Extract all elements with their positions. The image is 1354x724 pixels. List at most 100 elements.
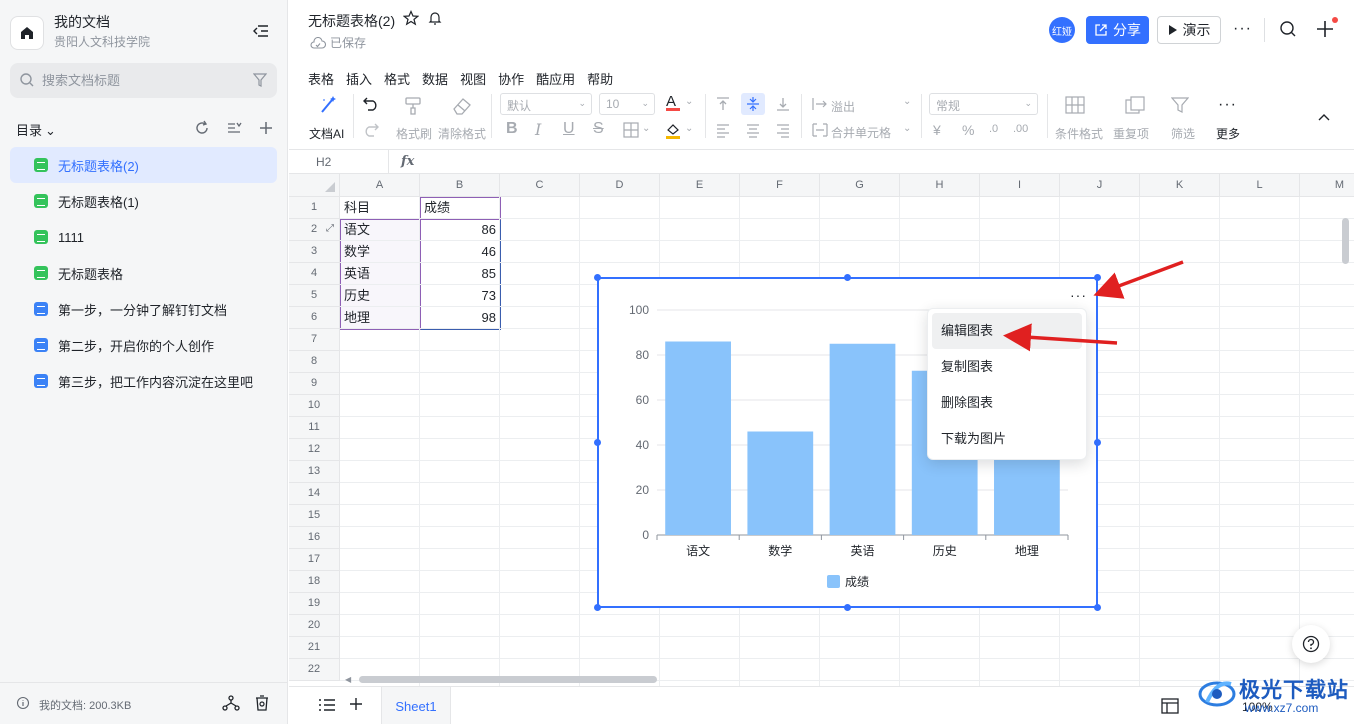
resize-handle[interactable]: [1094, 604, 1101, 611]
decimal-increase-icon[interactable]: .00: [1013, 123, 1028, 135]
delete-chart-item[interactable]: 删除图表: [932, 385, 1082, 421]
select-all-corner[interactable]: [289, 174, 340, 197]
table-cell[interactable]: 语文: [344, 219, 370, 240]
row-header[interactable]: 8: [289, 351, 340, 373]
borders-icon[interactable]: [623, 122, 639, 138]
row-header[interactable]: 3: [289, 241, 340, 263]
duplicates-label[interactable]: 重复项: [1113, 125, 1149, 142]
bell-icon[interactable]: [427, 10, 443, 26]
menu-view[interactable]: 视图: [460, 69, 486, 88]
row-header[interactable]: 9: [289, 373, 340, 395]
align-middle-button[interactable]: [741, 93, 765, 115]
menu-data[interactable]: 数据: [422, 69, 448, 88]
table-cell[interactable]: 科目: [344, 197, 370, 218]
resize-handle[interactable]: [844, 604, 851, 611]
resize-handle[interactable]: [844, 274, 851, 281]
column-header[interactable]: B: [420, 174, 500, 197]
present-button[interactable]: 演示: [1157, 16, 1221, 44]
row-header[interactable]: 13: [289, 461, 340, 483]
toc-dropdown[interactable]: 目录 ⌄: [16, 120, 56, 139]
column-header[interactable]: C: [500, 174, 580, 197]
trash-icon[interactable]: [253, 694, 271, 712]
doc-item[interactable]: 1111: [10, 219, 277, 255]
conditional-format-label[interactable]: 条件格式: [1055, 125, 1103, 142]
row-header[interactable]: 14: [289, 483, 340, 505]
org-chart-icon[interactable]: [222, 694, 240, 712]
menu-collab[interactable]: 协作: [498, 69, 524, 88]
table-cell[interactable]: 86: [420, 219, 496, 240]
refresh-button[interactable]: [192, 118, 212, 138]
table-cell[interactable]: 历史: [344, 285, 370, 306]
horizontal-scrollbar[interactable]: [359, 676, 657, 683]
text-color-icon[interactable]: A: [666, 93, 680, 111]
row-header[interactable]: 12: [289, 439, 340, 461]
column-header[interactable]: F: [740, 174, 820, 197]
duplicates-icon[interactable]: [1125, 96, 1145, 114]
table-cell[interactable]: 73: [420, 285, 496, 306]
merge-cells-label[interactable]: 合并单元格: [831, 124, 891, 141]
row-header[interactable]: 17: [289, 549, 340, 571]
sort-button[interactable]: [224, 118, 244, 138]
doc-item[interactable]: 第二步，开启你的个人创作: [10, 327, 277, 363]
layout-icon[interactable]: [1161, 698, 1179, 714]
collapse-toolbar-icon[interactable]: [1317, 112, 1331, 122]
row-header[interactable]: 19: [289, 593, 340, 615]
column-header[interactable]: J: [1060, 174, 1140, 197]
download-image-item[interactable]: 下载为图片: [932, 421, 1082, 457]
add-doc-button[interactable]: [256, 118, 276, 138]
percent-icon[interactable]: %: [962, 122, 974, 138]
resize-handle[interactable]: [1094, 439, 1101, 446]
column-header[interactable]: K: [1140, 174, 1220, 197]
create-button[interactable]: [1315, 17, 1338, 42]
format-painter-label[interactable]: 格式刷: [396, 125, 432, 142]
resize-handle[interactable]: [594, 274, 601, 281]
font-select[interactable]: 默认 ⌄: [500, 93, 592, 115]
merge-cells-icon[interactable]: [812, 123, 828, 137]
more-icon[interactable]: ···: [1218, 96, 1237, 114]
font-size-select[interactable]: 10 ⌄: [599, 93, 655, 115]
overflow-label[interactable]: 溢出: [831, 98, 855, 115]
table-cell[interactable]: 46: [420, 241, 496, 262]
collapse-sidebar-button[interactable]: [250, 20, 272, 42]
chevron-down-icon[interactable]: ⌄: [685, 96, 693, 107]
search-icon[interactable]: [1279, 20, 1297, 38]
menu-help[interactable]: 帮助: [587, 69, 613, 88]
search-input[interactable]: [42, 71, 242, 89]
expand-row-icon[interactable]: ⤢: [326, 223, 334, 234]
filter-icon[interactable]: [253, 73, 267, 87]
row-header[interactable]: 15: [289, 505, 340, 527]
menu-table[interactable]: 表格: [308, 69, 334, 88]
table-cell[interactable]: 地理: [344, 307, 370, 328]
chevron-down-icon[interactable]: ⌄: [903, 123, 911, 134]
chevron-down-icon[interactable]: ⌄: [685, 123, 693, 134]
column-header[interactable]: A: [340, 174, 420, 197]
doc-item[interactable]: 无标题表格(2): [10, 147, 277, 183]
row-header[interactable]: 22: [289, 659, 340, 681]
avatar[interactable]: 红娅: [1049, 17, 1075, 43]
column-header[interactable]: I: [980, 174, 1060, 197]
column-header[interactable]: G: [820, 174, 900, 197]
menu-insert[interactable]: 插入: [346, 69, 372, 88]
eraser-icon[interactable]: [451, 96, 473, 116]
resize-handle[interactable]: [1094, 274, 1101, 281]
column-header[interactable]: D: [580, 174, 660, 197]
number-format-select[interactable]: 常规 ⌄: [929, 93, 1038, 115]
table-cell[interactable]: 成绩: [424, 197, 450, 218]
menu-apps[interactable]: 酷应用: [536, 69, 575, 88]
row-header[interactable]: 7: [289, 329, 340, 351]
bold-icon[interactable]: B: [506, 120, 518, 138]
undo-icon[interactable]: [362, 95, 380, 111]
align-right-icon[interactable]: [775, 122, 791, 138]
scroll-thumb[interactable]: [1342, 218, 1349, 264]
conditional-format-icon[interactable]: [1065, 96, 1085, 114]
row-header[interactable]: 1: [289, 197, 340, 219]
overflow-icon[interactable]: [812, 97, 828, 111]
decimal-decrease-icon[interactable]: .0: [989, 123, 998, 135]
chart-more-icon[interactable]: ···: [1070, 287, 1087, 303]
doc-item[interactable]: 第一步，一分钟了解钉钉文档: [10, 291, 277, 327]
fill-color-icon[interactable]: [665, 122, 681, 140]
help-button[interactable]: [1292, 625, 1330, 663]
row-header[interactable]: 18: [289, 571, 340, 593]
resize-handle[interactable]: [594, 604, 601, 611]
doc-item[interactable]: 第三步，把工作内容沉淀在这里吧: [10, 363, 277, 399]
